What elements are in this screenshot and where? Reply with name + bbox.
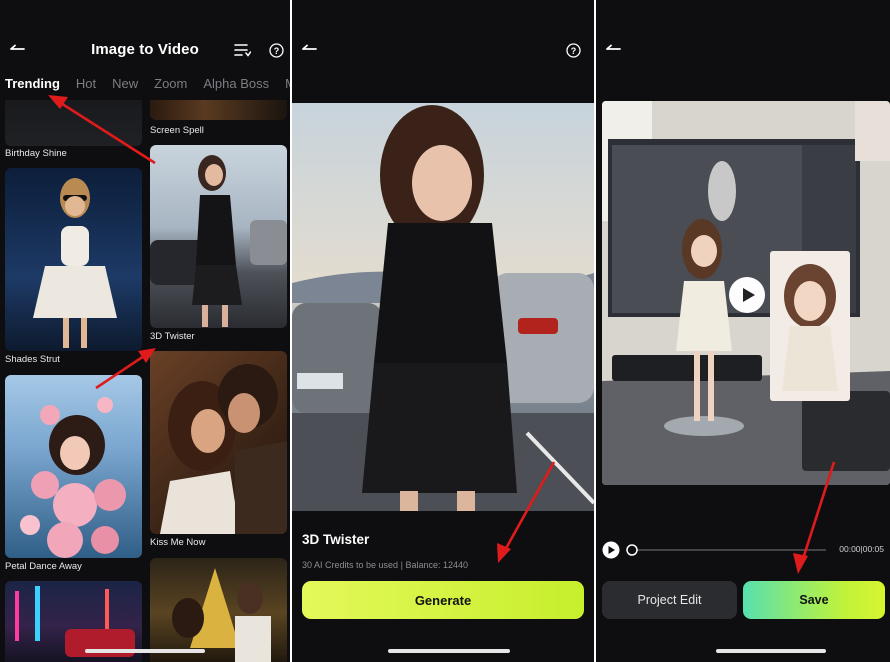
scrubber-track[interactable] — [626, 541, 826, 559]
tab-trending[interactable]: Trending — [5, 76, 60, 91]
home-indicator — [388, 649, 510, 653]
svg-text:?: ? — [274, 46, 280, 56]
svg-text:?: ? — [571, 46, 577, 56]
template-card-petal-dance-away[interactable] — [5, 375, 142, 558]
petal-dance-thumbnail — [20, 397, 126, 558]
tab-more[interactable]: M — [285, 76, 290, 91]
template-caption: Birthday Shine — [5, 148, 67, 159]
help-icon[interactable]: ? — [566, 43, 581, 58]
tab-hot[interactable]: Hot — [76, 76, 96, 91]
tab-zoom[interactable]: Zoom — [154, 76, 187, 91]
credits-separator: | — [400, 560, 403, 570]
template-caption: 3D Twister — [150, 331, 195, 342]
back-arrow-icon[interactable] — [604, 40, 622, 58]
save-button[interactable]: Save — [743, 581, 885, 619]
template-caption: Screen Spell — [150, 125, 204, 136]
time-display: 00:00|00:05 — [839, 544, 884, 554]
template-grid: Birthday Shine Screen Spell Shades Strut — [0, 100, 290, 662]
template-gallery-screen: Image to Video ? Trending Hot New Zoom A… — [0, 0, 290, 662]
credits-info: 30 AI Credits to be used | Balance: 1244… — [302, 560, 468, 570]
generated-video[interactable] — [602, 101, 890, 485]
back-arrow-icon[interactable] — [300, 40, 318, 58]
play-icon[interactable] — [602, 541, 624, 559]
shades-strut-thumbnail — [33, 178, 117, 348]
template-caption: Kiss Me Now — [150, 537, 206, 548]
task-list-icon[interactable] — [234, 43, 251, 58]
template-card-kiss-me-now[interactable] — [150, 351, 287, 534]
template-title: 3D Twister — [302, 532, 370, 547]
template-card-screen-spell[interactable] — [150, 100, 287, 120]
3d-twister-thumbnail — [150, 155, 287, 327]
home-indicator — [716, 649, 826, 653]
template-card-christmas-couple[interactable] — [150, 558, 287, 662]
preview-photo — [292, 103, 594, 511]
video-timeline: 00:00|00:05 — [602, 541, 890, 559]
category-tabs: Trending Hot New Zoom Alpha Boss M — [5, 76, 290, 91]
help-icon[interactable]: ? — [269, 43, 284, 58]
template-preview-screen: ? 3D Twister 30 AI Credits to be used | … — [292, 0, 594, 662]
generate-button[interactable]: Generate — [302, 581, 584, 619]
kiss-me-now-thumbnail — [160, 364, 287, 534]
template-card-shades-strut[interactable] — [5, 168, 142, 351]
template-card-3d-twister[interactable] — [150, 145, 287, 328]
template-caption: Petal Dance Away — [5, 561, 82, 572]
tab-alpha-boss[interactable]: Alpha Boss — [203, 76, 269, 91]
template-caption: Shades Strut — [5, 354, 60, 365]
play-overlay-icon[interactable] — [729, 277, 765, 313]
project-edit-button[interactable]: Project Edit — [602, 581, 737, 619]
template-card-birthday-shine[interactable] — [5, 100, 142, 146]
credits-cost: 30 AI Credits to be used — [302, 560, 399, 570]
christmas-couple-thumbnail — [172, 568, 271, 662]
template-preview-image — [292, 103, 594, 511]
home-indicator — [85, 649, 205, 653]
tab-new[interactable]: New — [112, 76, 138, 91]
video-result-screen: 00:00|00:05 Project Edit Save — [596, 0, 890, 662]
credits-balance: Balance: 12440 — [405, 560, 468, 570]
